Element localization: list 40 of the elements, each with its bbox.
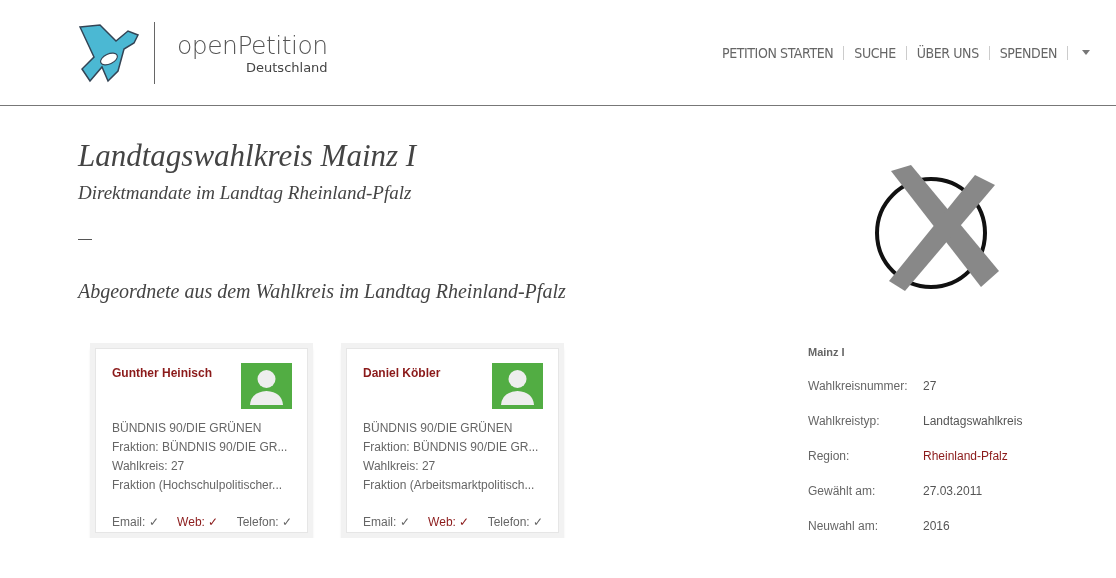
contact-link[interactable]: Web: ✓ — [177, 515, 219, 529]
nav-link[interactable]: SPENDEN — [999, 44, 1057, 61]
info-label: Wahlkreisnummer: — [808, 380, 909, 393]
nav-link[interactable]: PETITION STARTEN — [721, 44, 834, 61]
info-value: 2016 — [923, 520, 951, 533]
contact-status: Telefon: ✓ — [487, 515, 543, 529]
representative-detail: BÜNDNIS 90/DIE GRÜNEN — [112, 420, 263, 437]
representative-name[interactable]: Gunther Heinisch — [112, 366, 212, 380]
info-label: Gewählt am: — [808, 485, 877, 498]
avatar-icon — [492, 363, 543, 409]
info-value: 27 — [923, 380, 938, 393]
representative-detail: Fraktion: BÜNDNIS 90/DIE GR... — [112, 439, 289, 456]
info-label: Region: — [808, 450, 851, 463]
brand-name: openPetition — [177, 30, 328, 60]
info-link[interactable]: Rheinland-Pfalz — [923, 450, 1116, 463]
contact-status: Email: ✓ — [112, 515, 159, 529]
brand-subtitle: Deutschland — [246, 59, 328, 75]
representative-detail: BÜNDNIS 90/DIE GRÜNEN — [363, 420, 514, 437]
info-heading: Mainz I — [808, 346, 846, 358]
info-label: Wahlkreistyp: — [808, 415, 881, 428]
representative-detail: Fraktion (Hochschulpolitischer... — [112, 477, 284, 494]
page-subtitle: Direktmandate im Landtag Rheinland-Pfalz — [78, 182, 413, 204]
nav-link[interactable]: ÜBER UNS — [916, 44, 979, 61]
representative-name[interactable]: Daniel Köbler — [363, 366, 441, 380]
contact-status: Email: ✓ — [363, 515, 410, 529]
info-value: Landtagswahlkreis — [923, 415, 1024, 428]
representative-detail: Wahlkreis: 27 — [363, 458, 437, 475]
nav-link[interactable]: SUCHE — [854, 44, 896, 61]
avatar-icon — [241, 363, 292, 409]
contact-link[interactable]: Web: ✓ — [428, 515, 470, 529]
caret-icon[interactable] — [1082, 50, 1090, 55]
separator-dash: — — [78, 230, 93, 246]
section-title: Abgeordnete aus dem Wahlkreis im Landtag Rheinland-Pfalz — [78, 280, 567, 303]
page-title: Landtagswahlkreis Mainz I — [78, 138, 419, 174]
representative-detail: Fraktion (Arbeitsmarktpolitisch... — [363, 477, 536, 494]
contact-status: Telefon: ✓ — [236, 515, 292, 529]
info-label: Neuwahl am: — [808, 520, 880, 533]
representative-detail: Wahlkreis: 27 — [112, 458, 186, 475]
representative-detail: Fraktion: BÜNDNIS 90/DIE GR... — [363, 439, 540, 456]
info-value: 27.03.2011 — [923, 485, 984, 498]
